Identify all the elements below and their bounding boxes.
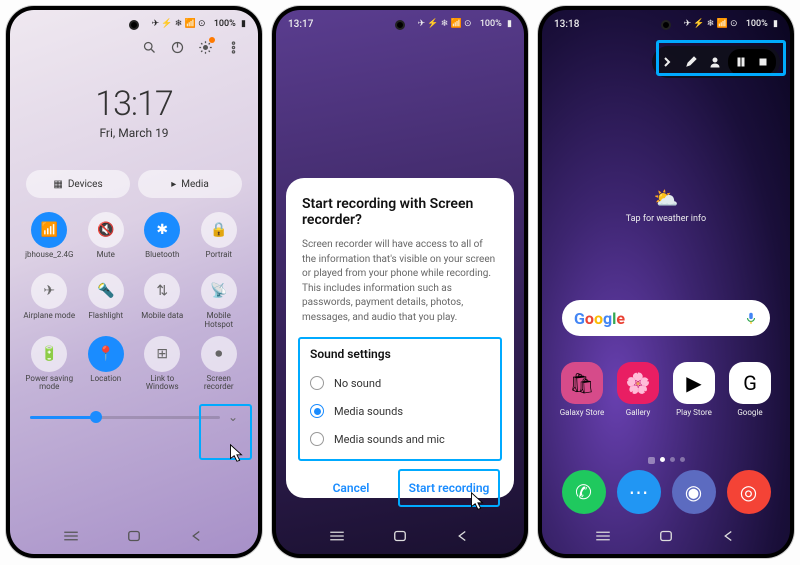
status-time: 13:18	[554, 19, 579, 30]
tile-location[interactable]: 📍Location	[79, 336, 134, 393]
status-icons: ✈ ⚡ ❄ 📶 ⊙ 100% ▮	[418, 19, 512, 29]
phone-home-recording: 13:18 ✈ ⚡ ❄ 📶 ⊙ 100% ▮ ⛅ Tap for weather…	[538, 6, 794, 558]
power-icon[interactable]	[168, 38, 186, 56]
recents-button[interactable]	[590, 528, 616, 544]
tile-bluetooth[interactable]: ✱Bluetooth	[135, 212, 190, 267]
tile-power-saving-mode[interactable]: 🔋Power saving mode	[22, 336, 77, 393]
camera-app[interactable]: ◎	[727, 470, 771, 514]
status-time: 13:17	[288, 19, 313, 30]
front-camera	[129, 20, 139, 30]
status-icons: ✈ ⚡ ❄ 📶 ⊙ 100% ▮	[152, 19, 246, 29]
google-logo: Google	[574, 309, 625, 328]
navigation-bar	[276, 528, 524, 544]
search-icon[interactable]	[140, 38, 158, 56]
navigation-bar	[542, 528, 790, 544]
clock-widget: 13:17 Fri, March 19	[10, 84, 258, 140]
tile-jbhouse-2-4g[interactable]: 📶jbhouse_2.4G	[22, 212, 77, 267]
phone-recording-dialog: 13:17 ✈ ⚡ ❄ 📶 ⊙ 100% ▮ Start recording w…	[272, 6, 528, 558]
weather-text: Tap for weather info	[542, 214, 790, 224]
quick-tiles-grid: 📶jbhouse_2.4G🔇Mute✱Bluetooth🔒Portrait ✈Ai…	[10, 208, 258, 392]
phone-quick-settings: ✈ ⚡ ❄ 📶 ⊙ 100% ▮ 13:17 Fri, March 19 ▦ D…	[6, 6, 262, 558]
mic-icon[interactable]	[744, 311, 758, 325]
clock-date: Fri, March 19	[10, 126, 258, 140]
tile-portrait[interactable]: 🔒Portrait	[192, 212, 247, 267]
cancel-button[interactable]: Cancel	[302, 471, 400, 505]
status-icons: ✈ ⚡ ❄ 📶 ⊙ 100% ▮	[684, 19, 778, 29]
dialog-title: Start recording with Screen recorder?	[302, 196, 498, 228]
tile-airplane-mode[interactable]: ✈Airplane mode	[22, 273, 77, 330]
radio-no-sound[interactable]: No sound	[306, 369, 494, 397]
weather-icon: ⛅	[542, 186, 790, 210]
back-button[interactable]	[450, 528, 476, 544]
sound-settings-heading: Sound settings	[306, 347, 494, 361]
tile-mobile-data[interactable]: ⇅Mobile data	[135, 273, 190, 330]
google-search-bar[interactable]: Google	[562, 300, 770, 336]
back-button[interactable]	[716, 528, 742, 544]
app-gallery[interactable]: 🌸Gallery	[612, 362, 664, 417]
home-button[interactable]	[121, 528, 147, 544]
front-camera	[661, 20, 671, 30]
settings-icon[interactable]	[196, 38, 214, 56]
screen-recorder-dialog: Start recording with Screen recorder? Sc…	[286, 178, 514, 498]
radio-media-sounds[interactable]: Media sounds	[306, 397, 494, 425]
quick-settings-top-row	[10, 38, 258, 60]
navigation-bar	[10, 528, 258, 544]
home-dot	[648, 457, 655, 464]
home-button[interactable]	[653, 528, 679, 544]
app-galaxy-store[interactable]: 🛍Galaxy Store	[556, 362, 608, 417]
cursor-icon	[466, 490, 488, 512]
phone-app[interactable]: ✆	[562, 470, 606, 514]
tile-link-to-windows[interactable]: ⊞Link to Windows	[135, 336, 190, 393]
tile-screen-recorder[interactable]: ⏺Screen recorder	[192, 336, 247, 393]
home-button[interactable]	[387, 528, 413, 544]
cursor-icon	[225, 442, 247, 464]
dock: ✆ ⋯ ◉ ◎	[556, 470, 776, 514]
weather-widget[interactable]: ⛅ Tap for weather info	[542, 186, 790, 224]
tile-mute[interactable]: 🔇Mute	[79, 212, 134, 267]
app-play-store[interactable]: ▶Play Store	[668, 362, 720, 417]
internet-app[interactable]: ◉	[672, 470, 716, 514]
devices-chip[interactable]: ▦ Devices	[26, 170, 130, 198]
page-indicator	[542, 457, 790, 464]
tile-mobile-hotspot[interactable]: 📡Mobile Hotspot	[192, 273, 247, 330]
back-button[interactable]	[184, 528, 210, 544]
recents-button[interactable]	[324, 528, 350, 544]
app-google[interactable]: GGoogle	[724, 362, 776, 417]
front-camera	[395, 20, 405, 30]
radio-media-sounds-and-mic[interactable]: Media sounds and mic	[306, 425, 494, 453]
clock-time: 13:17	[10, 84, 258, 124]
tile-flashlight[interactable]: 🔦Flashlight	[79, 273, 134, 330]
recents-button[interactable]	[58, 528, 84, 544]
media-chip[interactable]: ▸ Media	[138, 170, 242, 198]
highlight-recorder-toolbar	[656, 40, 786, 76]
more-icon[interactable]	[224, 38, 242, 56]
messages-app[interactable]: ⋯	[617, 470, 661, 514]
dialog-body: Screen recorder will have access to all …	[302, 238, 498, 325]
app-row-1: 🛍Galaxy Store🌸Gallery▶Play StoreGGoogle	[556, 362, 776, 417]
sound-settings-section: Sound settings No soundMedia soundsMedia…	[298, 337, 502, 461]
